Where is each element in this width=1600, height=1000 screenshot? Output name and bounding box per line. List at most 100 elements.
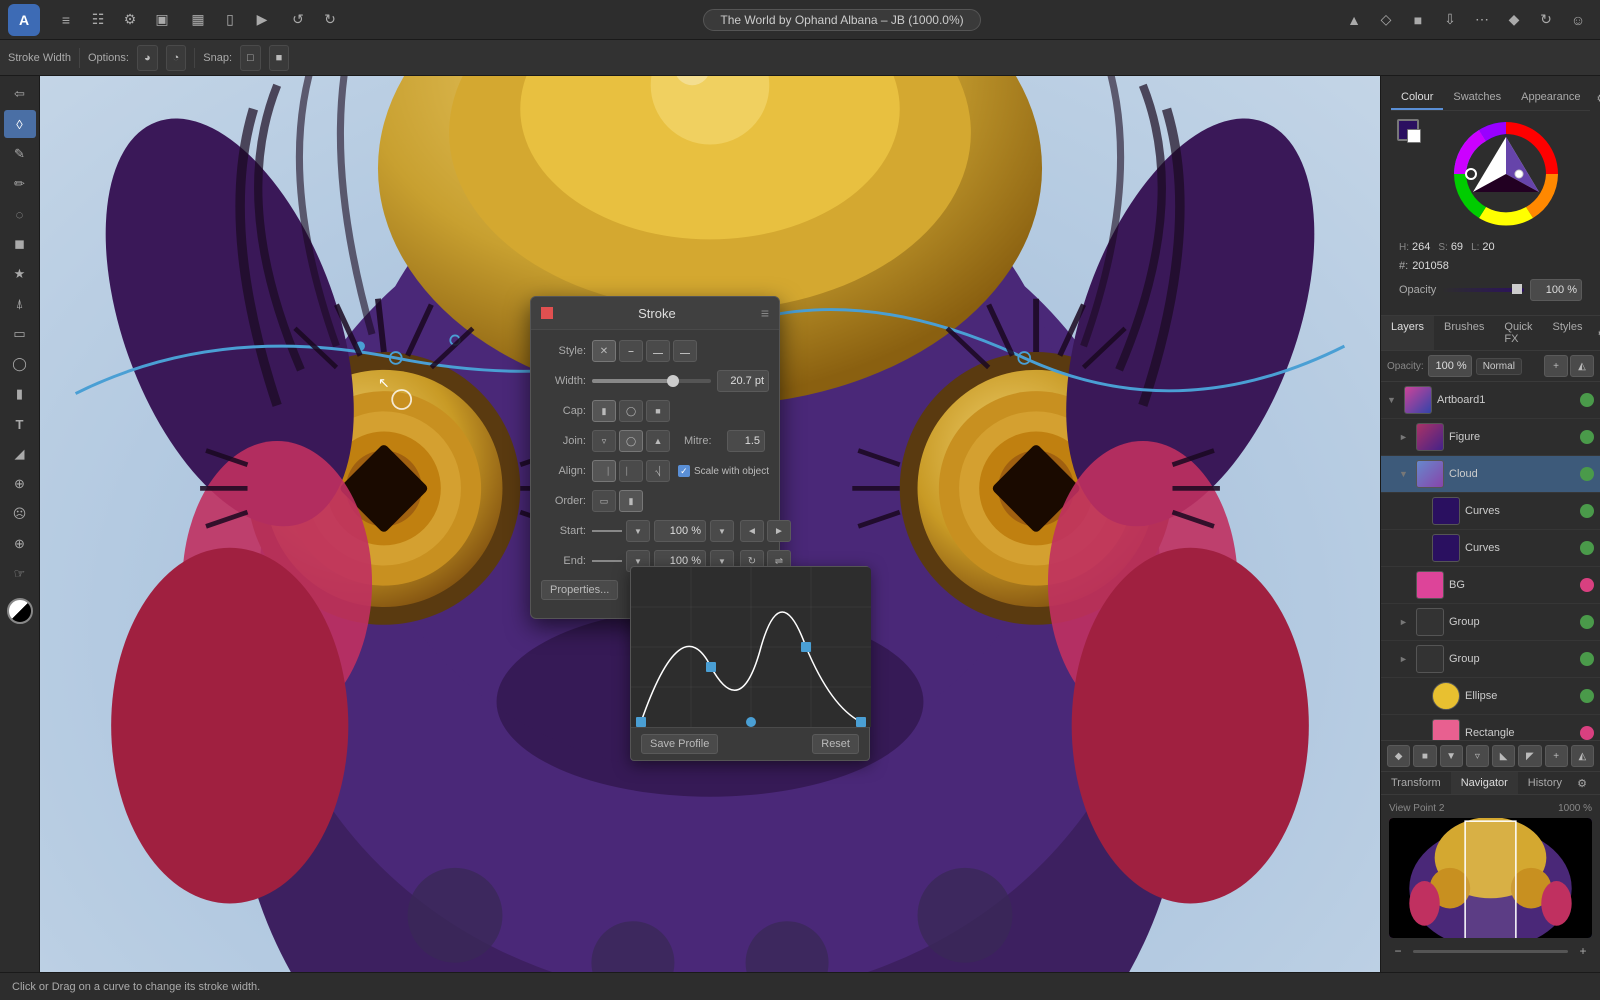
background-swatch[interactable] — [1407, 129, 1421, 143]
layer-action-6[interactable]: ◤ — [1518, 745, 1541, 767]
layer-action-5[interactable]: ◣ — [1492, 745, 1515, 767]
close-btn[interactable] — [541, 307, 553, 319]
align-outside-btn[interactable]: ⎷ — [646, 460, 670, 482]
width-slider-track[interactable] — [592, 379, 711, 383]
width-value-input[interactable]: 20.7 pt — [717, 370, 769, 392]
group2-vis[interactable] — [1580, 652, 1594, 666]
sync-icon[interactable]: ↻ — [1532, 6, 1560, 34]
trans-tool[interactable]: ⊕ — [4, 470, 36, 498]
snap-btn2[interactable]: ■ — [269, 45, 290, 71]
layers-opacity-input[interactable]: 100 % — [1428, 355, 1472, 377]
panel-menu-icon[interactable]: ≡ — [1594, 773, 1600, 793]
view2-icon[interactable]: ◆ — [1500, 6, 1528, 34]
transform-tab[interactable]: Transform — [1381, 772, 1451, 794]
figure-vis[interactable] — [1580, 430, 1594, 444]
cloud-expand[interactable]: ▼ — [1399, 469, 1411, 479]
hex-value[interactable]: 201058 — [1412, 260, 1449, 272]
bg-vis[interactable] — [1580, 578, 1594, 592]
color-tool[interactable] — [7, 598, 33, 624]
swatches-tab[interactable]: Swatches — [1443, 86, 1511, 110]
foreground-swatch[interactable] — [1397, 119, 1419, 141]
brushes-tab[interactable]: Brushes — [1434, 316, 1494, 350]
layer-item-curves2[interactable]: ► Curves — [1381, 530, 1600, 567]
layer-item-artboard1[interactable]: ▼ Artboard1 — [1381, 382, 1600, 419]
stroke-menu-icon[interactable]: ≡ — [761, 305, 769, 321]
layers-settings-icon[interactable]: ⚙ — [1592, 323, 1600, 343]
color-settings-icon[interactable]: ⚙ — [1590, 87, 1600, 109]
order-above-btn[interactable]: ▮ — [619, 490, 643, 512]
layer-item-group1[interactable]: ► Group — [1381, 604, 1600, 641]
grid-icon[interactable]: ▦ — [184, 6, 212, 34]
arrange-icon[interactable]: ▣ — [148, 6, 176, 34]
history-tab[interactable]: History — [1518, 772, 1572, 794]
more-icon[interactable]: ⋯ — [1468, 6, 1496, 34]
group2-expand[interactable]: ► — [1399, 654, 1411, 664]
pencil-tool[interactable]: ✏ — [4, 170, 36, 198]
rect-tool[interactable]: ▭ — [4, 320, 36, 348]
layer-item-curves1[interactable]: ► Curves — [1381, 493, 1600, 530]
styles-tab[interactable]: Styles — [1543, 316, 1593, 350]
opacity-value-input[interactable]: 100 % — [1530, 279, 1582, 301]
scale-checkbox[interactable]: ✓ — [678, 465, 690, 477]
style-dash-btn[interactable]: ⎼ — [646, 340, 670, 362]
order-below-btn[interactable]: ▭ — [592, 490, 616, 512]
cloud-vis[interactable] — [1580, 467, 1594, 481]
start-value-input[interactable]: 100 % — [654, 520, 706, 542]
align-center-btn[interactable]: ⎹ — [592, 460, 616, 482]
ellipse-tool[interactable]: ◯ — [4, 350, 36, 378]
delete-layer-btn[interactable]: ◭ — [1570, 355, 1594, 377]
export-icon[interactable]: ⇩ — [1436, 6, 1464, 34]
panel-settings-icon[interactable]: ⚙ — [1572, 773, 1592, 793]
canvas-area[interactable]: ↖ Stroke ≡ Style: ✕ ⎯ — [40, 76, 1380, 972]
share-icon[interactable]: ▲ — [1340, 6, 1368, 34]
navigator-thumbnail[interactable] — [1389, 818, 1592, 938]
join-bevel-btn[interactable]: ▲ — [646, 430, 670, 452]
layer-action-7[interactable]: + — [1545, 745, 1568, 767]
layer-action-4[interactable]: ▿ — [1466, 745, 1489, 767]
start-pct-dropdown[interactable]: ▼ — [710, 520, 734, 542]
brush-tool[interactable]: ◌ — [4, 200, 36, 228]
start-dropdown-btn[interactable]: ▼ — [626, 520, 650, 542]
stroke-titlebar[interactable]: Stroke ≡ — [531, 297, 779, 330]
pen-tool[interactable]: ✎ — [4, 140, 36, 168]
mitre-value-input[interactable]: 1.5 — [727, 430, 765, 452]
layer-item-cloud[interactable]: ▼ Cloud — [1381, 456, 1600, 493]
undo-icon[interactable]: ↺ — [284, 6, 312, 34]
cap-square-btn[interactable]: ■ — [646, 400, 670, 422]
pressure-curve-canvas[interactable] — [631, 567, 871, 727]
snap-btn1[interactable]: □ — [240, 45, 261, 71]
effects-tool[interactable]: ☹ — [4, 500, 36, 528]
blend-mode-select[interactable]: Normal — [1476, 358, 1522, 375]
new-doc-icon[interactable]: ☷ — [84, 6, 112, 34]
style-dot-btn[interactable]: ⎼ — [673, 340, 697, 362]
gradient-tool[interactable]: ◢ — [4, 440, 36, 468]
settings-icon[interactable]: ⚙ — [116, 6, 144, 34]
layer-action-3[interactable]: ▼ — [1440, 745, 1463, 767]
rectangle-vis[interactable] — [1580, 726, 1594, 740]
fill-tool[interactable]: ◼ — [4, 230, 36, 258]
join-miter-btn[interactable]: ▿ — [592, 430, 616, 452]
user-icon[interactable]: ☺ — [1564, 6, 1592, 34]
join-round-btn[interactable]: ◯ — [619, 430, 643, 452]
properties-button[interactable]: Properties... — [541, 580, 618, 600]
options-btn1[interactable]: ◕ — [137, 45, 158, 71]
curves2-vis[interactable] — [1580, 541, 1594, 555]
layers-tab[interactable]: Layers — [1381, 316, 1434, 350]
select-tool[interactable]: ⇦ — [4, 80, 36, 108]
colour-tab[interactable]: Colour — [1391, 86, 1443, 110]
options-btn2[interactable]: ◔ — [166, 45, 187, 71]
layer-item-group2[interactable]: ► Group — [1381, 641, 1600, 678]
crop-tool[interactable]: ⍋ — [4, 290, 36, 318]
align-inside-btn[interactable]: ⎸ — [619, 460, 643, 482]
layer-item-bg[interactable]: ► BG — [1381, 567, 1600, 604]
artboard1-expand[interactable]: ▼ — [1387, 395, 1399, 405]
hamburger-icon[interactable]: ≡ — [52, 6, 80, 34]
artboard1-vis[interactable] — [1580, 393, 1594, 407]
ellipse-vis[interactable] — [1580, 689, 1594, 703]
width-slider-thumb[interactable] — [667, 375, 679, 387]
node-tool[interactable]: ◊ — [4, 110, 36, 138]
opacity-slider[interactable] — [1442, 288, 1524, 292]
quick-fx-tab[interactable]: Quick FX — [1494, 316, 1542, 350]
style-none-btn[interactable]: ✕ — [592, 340, 616, 362]
text-tool[interactable]: T — [4, 410, 36, 438]
